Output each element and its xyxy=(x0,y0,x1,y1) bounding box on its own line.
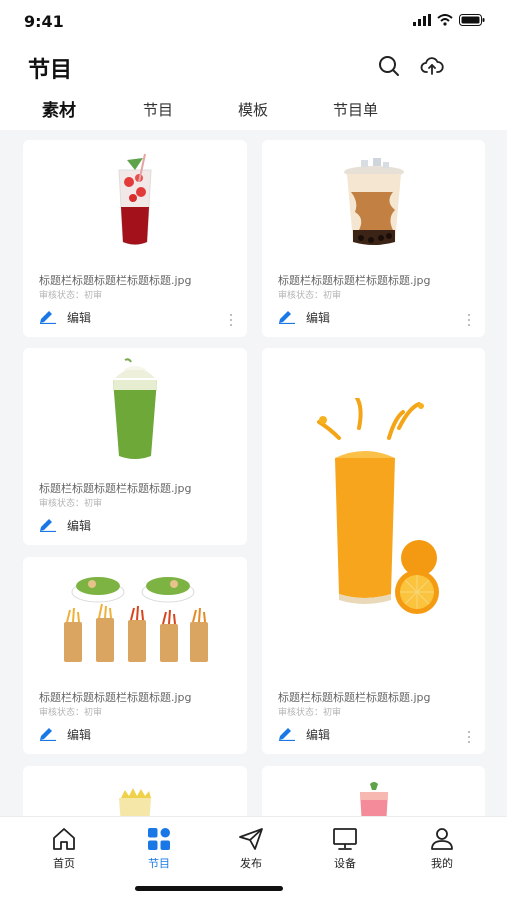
edit-label: 编辑 xyxy=(306,310,331,325)
material-card[interactable]: 标题栏标题标题栏标题标题.jpg 审核状态：初审 编辑 xyxy=(23,348,247,545)
material-card[interactable]: 标题栏标题标题栏标题标题.jpg 审核状态：初审 编辑 xyxy=(23,557,247,754)
tabbar-label: 设备 xyxy=(334,857,356,870)
material-card[interactable]: 标题栏标题标题栏标题标题.jpg 审核状态：初审 编辑 xyxy=(23,140,247,337)
edit-icon xyxy=(279,728,295,741)
material-card[interactable]: 标题栏标题标题栏标题标题.jpg 审核状态：初审 编辑 xyxy=(262,140,485,337)
more-icon[interactable] xyxy=(467,313,471,327)
tabs: 素材 节目 模板 节目单 xyxy=(0,96,507,128)
tab-program-list[interactable]: 节目单 xyxy=(333,99,378,120)
edit-label: 编辑 xyxy=(67,310,92,325)
send-icon xyxy=(239,828,263,850)
edit-icon xyxy=(40,311,56,324)
edit-icon xyxy=(40,519,56,532)
card-image-matcha-frappe xyxy=(23,348,247,472)
card-status: 审核状态：初审 xyxy=(39,291,103,301)
grid-icon xyxy=(148,828,170,850)
card-title: 标题栏标题标题栏标题标题.jpg xyxy=(39,482,192,495)
material-card[interactable] xyxy=(262,766,485,816)
material-card[interactable]: 标题栏标题标题栏标题标题.jpg 审核状态：初审 编辑 xyxy=(262,348,485,754)
cloud-upload-icon[interactable] xyxy=(420,54,444,78)
card-image-fruit-tea xyxy=(262,766,485,816)
tabbar-label: 发布 xyxy=(240,857,262,870)
home-indicator xyxy=(135,886,283,891)
user-icon xyxy=(431,828,453,850)
card-image-orange-juice xyxy=(262,348,485,678)
page-title: 节目 xyxy=(28,58,73,83)
card-status: 审核状态：初审 xyxy=(39,499,103,509)
material-card[interactable] xyxy=(23,766,247,816)
tabbar-item-publish[interactable]: 发布 xyxy=(221,827,281,871)
edit-button[interactable]: 编辑 xyxy=(39,725,91,743)
more-icon[interactable] xyxy=(467,730,471,744)
edit-button[interactable]: 编辑 xyxy=(278,725,330,743)
edit-button[interactable]: 编辑 xyxy=(278,308,330,326)
tab-templates[interactable]: 模板 xyxy=(238,99,268,120)
edit-icon xyxy=(40,728,56,741)
signal-icon xyxy=(413,14,431,26)
tabbar-item-home[interactable]: 首页 xyxy=(34,827,94,871)
card-status: 审核状态：初审 xyxy=(278,708,342,718)
search-icon[interactable] xyxy=(377,54,401,78)
card-image-strawberry-drink xyxy=(23,140,247,264)
tabbar-item-me[interactable]: 我的 xyxy=(412,827,472,871)
edit-label: 编辑 xyxy=(306,727,331,742)
monitor-icon xyxy=(333,828,357,850)
tabbar-label: 首页 xyxy=(53,857,75,870)
edit-button[interactable]: 编辑 xyxy=(39,516,91,534)
tabbar-label: 我的 xyxy=(431,857,453,870)
home-icon xyxy=(53,828,75,850)
status-time: 9:41 xyxy=(24,12,64,31)
edit-icon xyxy=(279,311,295,324)
nav-header: 节目 素材 节目 模板 节目单 xyxy=(0,44,507,130)
battery-icon xyxy=(459,14,485,26)
card-image-salads-and-fries xyxy=(23,557,247,681)
material-grid: 标题栏标题标题栏标题标题.jpg 审核状态：初审 编辑 标题栏标题标题栏标题标题… xyxy=(0,130,507,816)
status-icons xyxy=(413,14,485,26)
status-bar: 9:41 xyxy=(0,0,507,44)
card-title: 标题栏标题标题栏标题标题.jpg xyxy=(278,274,431,287)
tabbar-label: 节目 xyxy=(148,857,170,870)
card-title: 标题栏标题标题栏标题标题.jpg xyxy=(39,274,192,287)
card-title: 标题栏标题标题栏标题标题.jpg xyxy=(278,691,431,704)
card-status: 审核状态：初审 xyxy=(39,708,103,718)
wifi-icon xyxy=(437,14,453,26)
card-image-cake-cup xyxy=(23,766,247,816)
tabbar-item-programs[interactable]: 节目 xyxy=(129,827,189,871)
tab-programs[interactable]: 节目 xyxy=(143,99,173,120)
edit-button[interactable]: 编辑 xyxy=(39,308,91,326)
tabbar-item-devices[interactable]: 设备 xyxy=(315,827,375,871)
tab-materials[interactable]: 素材 xyxy=(42,96,76,121)
edit-label: 编辑 xyxy=(67,518,92,533)
card-image-bubble-tea xyxy=(262,140,485,264)
card-title: 标题栏标题标题栏标题标题.jpg xyxy=(39,691,192,704)
more-icon[interactable] xyxy=(229,313,233,327)
card-status: 审核状态：初审 xyxy=(278,291,342,301)
edit-label: 编辑 xyxy=(67,727,92,742)
